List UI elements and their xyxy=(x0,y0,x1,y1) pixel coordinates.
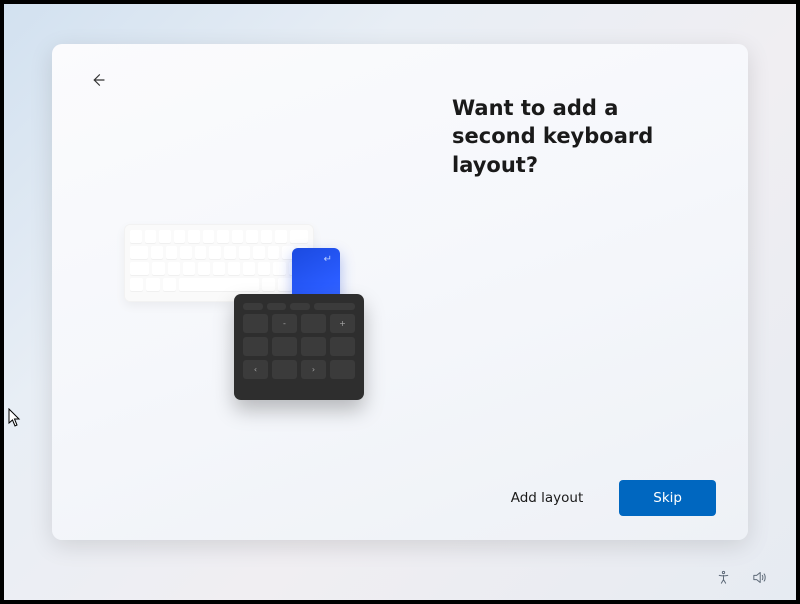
add-layout-button[interactable]: Add layout xyxy=(487,480,608,516)
back-arrow-icon xyxy=(89,71,107,89)
illustration-numpad: -+ ‹› xyxy=(234,294,364,400)
volume-icon[interactable] xyxy=(750,568,768,586)
oobe-setup-card: Want to add a second keyboard layout? xyxy=(52,44,748,540)
keyboard-illustration: -+ ‹› xyxy=(124,224,384,424)
desktop-background: Want to add a second keyboard layout? xyxy=(4,4,796,600)
back-button[interactable] xyxy=(84,66,112,94)
mouse-cursor xyxy=(8,408,22,428)
skip-button[interactable]: Skip xyxy=(619,480,716,516)
accessibility-icon[interactable] xyxy=(714,568,732,586)
action-button-row: Add layout Skip xyxy=(487,480,716,516)
illustration-white-keyboard xyxy=(124,224,314,302)
page-title: Want to add a second keyboard layout? xyxy=(452,94,708,179)
system-tray xyxy=(714,568,768,586)
